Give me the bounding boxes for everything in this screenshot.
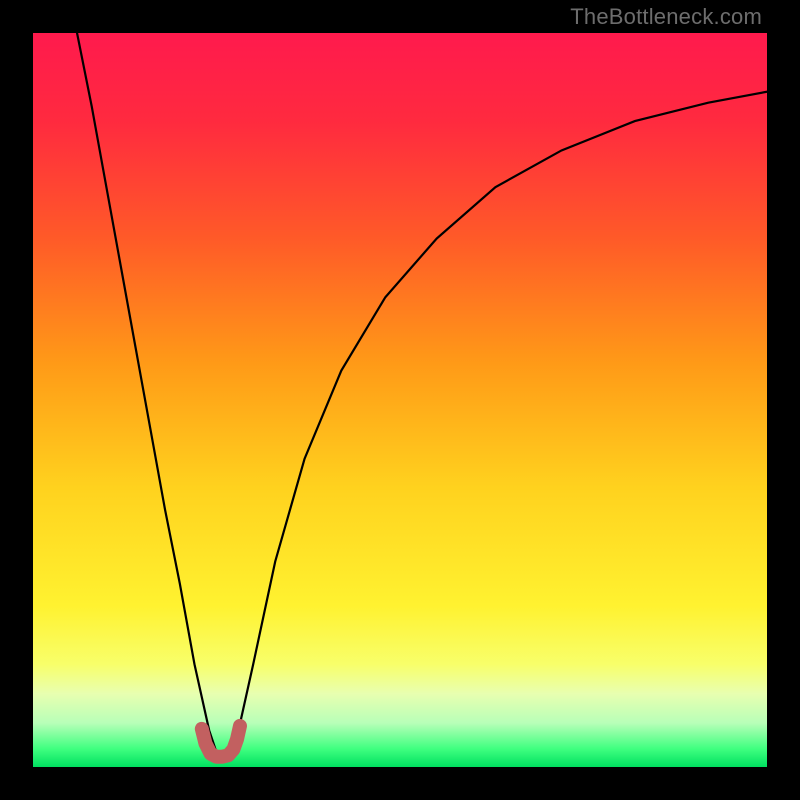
plot-area — [33, 33, 767, 767]
bottleneck-curve — [77, 33, 767, 756]
chart-svg — [33, 33, 767, 767]
watermark-text: TheBottleneck.com — [570, 4, 762, 30]
trough-marker — [202, 726, 240, 757]
chart-frame: TheBottleneck.com — [0, 0, 800, 800]
